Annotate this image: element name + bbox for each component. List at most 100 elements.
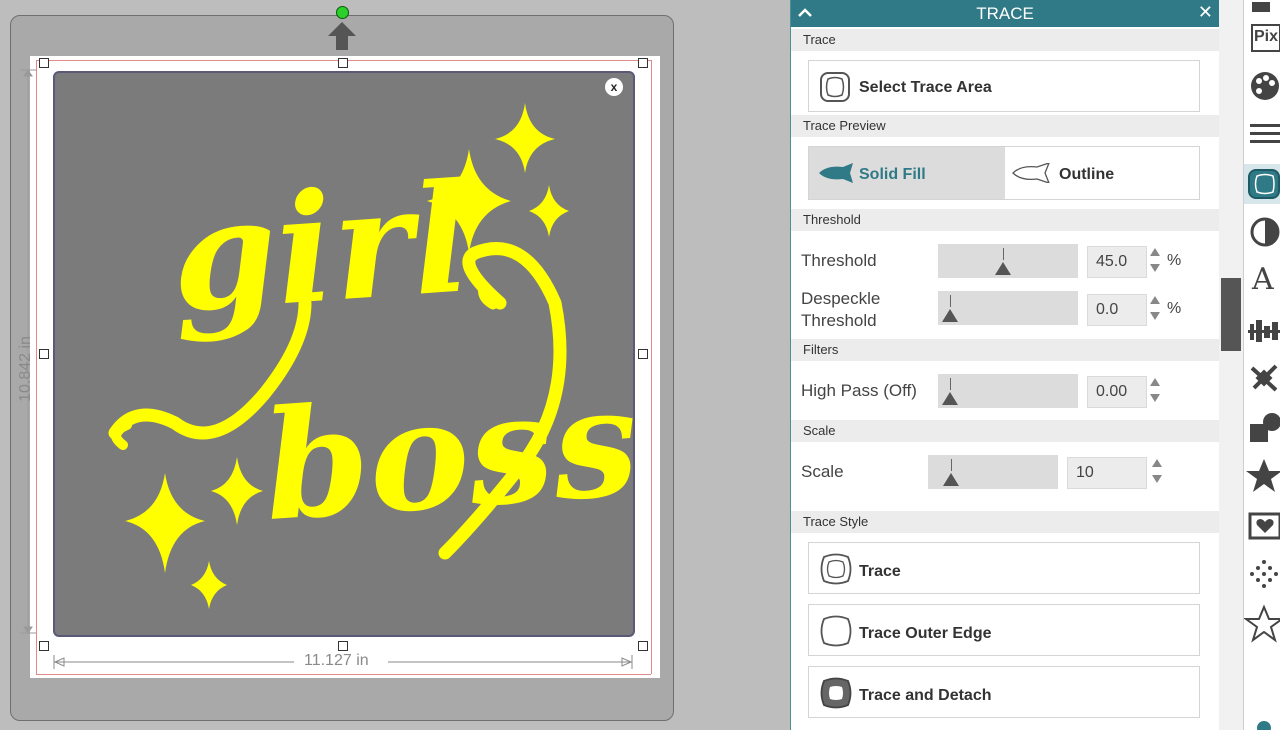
trace-tool[interactable]: [1244, 164, 1280, 204]
high-pass-value-input[interactable]: 0.00: [1087, 376, 1147, 408]
threshold-slider[interactable]: [938, 244, 1078, 278]
height-dimension-label: 10.842 in: [17, 336, 34, 402]
traced-image[interactable]: girl boss: [53, 71, 635, 637]
resize-handle-bottom[interactable]: [338, 641, 348, 651]
artwork-word-boss: boss: [258, 353, 633, 555]
spin-up-icon[interactable]: [1152, 459, 1162, 467]
threshold-label: Threshold: [801, 251, 877, 270]
align-tool[interactable]: [1244, 310, 1280, 350]
despeckle-label-line2: Threshold: [801, 311, 877, 330]
section-trace-style-header: Trace Style: [791, 511, 1219, 533]
section-trace-preview-header: Trace Preview: [791, 115, 1219, 137]
trace-and-detach-button[interactable]: Trace and Detach: [808, 666, 1200, 718]
library-tool[interactable]: [1244, 506, 1280, 546]
section-filters-header: Filters: [791, 339, 1219, 361]
threshold-spinner[interactable]: [1148, 246, 1162, 276]
threshold-unit: %: [1167, 252, 1182, 269]
scale-spinner[interactable]: [1150, 457, 1164, 487]
move-up-arrow-icon: [328, 22, 356, 50]
spin-down-icon[interactable]: [1150, 394, 1160, 402]
cut-border-bottom: [36, 674, 651, 675]
high-pass-spinner[interactable]: [1148, 376, 1162, 406]
offset-tool[interactable]: [1244, 408, 1280, 448]
trace-outer-edge-button[interactable]: Trace Outer Edge: [808, 604, 1200, 656]
spin-down-icon[interactable]: [1150, 264, 1160, 272]
despeckle-unit: %: [1167, 300, 1182, 317]
slider-thumb[interactable]: [942, 392, 958, 405]
outline-option[interactable]: Outline: [1005, 147, 1199, 199]
outline-star-icon: [1244, 604, 1280, 643]
fill-tool[interactable]: [1244, 212, 1280, 252]
resize-handle-bottom-right[interactable]: [638, 641, 648, 651]
spin-up-icon[interactable]: [1150, 248, 1160, 256]
dots-tool[interactable]: [1244, 554, 1280, 594]
girl-boss-artwork: girl boss: [108, 103, 633, 609]
outline-star-tool[interactable]: [1244, 604, 1280, 644]
send-tool[interactable]: [1244, 0, 1280, 20]
trace-button[interactable]: Trace: [808, 542, 1200, 594]
solid-fill-option[interactable]: Solid Fill: [809, 147, 1005, 199]
send-icon: [1252, 2, 1270, 12]
slider-tick: [950, 378, 951, 390]
resize-handle-top[interactable]: [338, 58, 348, 68]
bottom-tool[interactable]: [1244, 716, 1280, 730]
high-pass-label: High Pass (Off): [801, 381, 917, 400]
panel-close-button[interactable]: ✕: [1198, 2, 1213, 23]
width-dimension-label: 11.127 in: [304, 652, 369, 669]
trace-outer-edge-label: Trace Outer Edge: [859, 625, 992, 642]
select-trace-area-label: Select Trace Area: [859, 79, 992, 96]
line-style-icon: [1250, 124, 1280, 143]
trace-preview-toggle: Solid Fill Outline: [808, 146, 1200, 200]
settings-icon: [1257, 721, 1271, 730]
section-scale-header: Scale: [791, 420, 1219, 442]
threshold-value-input[interactable]: 45.0: [1087, 246, 1147, 278]
spin-up-icon[interactable]: [1150, 296, 1160, 304]
scale-label: Scale: [801, 462, 844, 481]
trace-and-detach-label: Trace and Detach: [859, 687, 992, 704]
despeckle-label-line1: Despeckle: [801, 289, 881, 308]
close-image-button[interactable]: x: [605, 78, 623, 96]
scale-slider[interactable]: [928, 455, 1058, 489]
pixscan-tool[interactable]: Pix: [1244, 18, 1280, 58]
select-trace-area-button[interactable]: Select Trace Area: [808, 60, 1200, 112]
resize-handle-top-right[interactable]: [638, 58, 648, 68]
text-tool[interactable]: A: [1244, 260, 1280, 300]
panel-scrollbar[interactable]: [1219, 0, 1243, 730]
design-canvas[interactable]: girl boss x 11.127 in 10.842 in: [0, 0, 790, 730]
star-tool[interactable]: [1244, 456, 1280, 496]
cut-border-right: [651, 60, 652, 674]
align-icon: [1248, 320, 1280, 342]
spin-down-icon[interactable]: [1150, 312, 1160, 320]
text-icon: A: [1252, 262, 1274, 297]
spin-up-icon[interactable]: [1150, 378, 1160, 386]
slider-thumb[interactable]: [942, 473, 959, 486]
scale-value-input[interactable]: 10: [1067, 457, 1147, 489]
star-icon: [1246, 459, 1280, 492]
offset-icon: [1250, 413, 1280, 442]
resize-handle-top-left[interactable]: [39, 58, 49, 68]
high-pass-slider[interactable]: [938, 374, 1078, 408]
panel-title: TRACE: [976, 4, 1034, 23]
slider-thumb[interactable]: [995, 262, 1012, 275]
spin-down-icon[interactable]: [1152, 475, 1162, 483]
palette-tool[interactable]: [1244, 66, 1280, 106]
select-trace-area-icon: [820, 72, 850, 102]
line-style-tool[interactable]: [1244, 114, 1280, 154]
scrollbar-thumb[interactable]: [1221, 278, 1241, 351]
transform-tool[interactable]: [1244, 358, 1280, 398]
trace-icon: [820, 553, 852, 585]
despeckle-slider[interactable]: [938, 291, 1078, 325]
despeckle-value-input[interactable]: 0.0: [1087, 294, 1147, 326]
despeckle-spinner[interactable]: [1148, 294, 1162, 324]
palette-icon: [1251, 72, 1279, 100]
contrast-icon: [1250, 217, 1280, 247]
resize-handle-bottom-left[interactable]: [39, 641, 49, 651]
artwork-word-girl: girl: [166, 150, 475, 346]
slider-thumb[interactable]: [942, 309, 958, 322]
rotate-handle[interactable]: [336, 6, 349, 19]
transform-icon: [1250, 364, 1278, 392]
resize-handle-right[interactable]: [638, 349, 648, 359]
trace-panel: TRACE ✕ Trace Select Trace Area Trace Pr…: [790, 0, 1220, 730]
solid-fish-icon: [819, 163, 853, 183]
resize-handle-left[interactable]: [39, 349, 49, 359]
